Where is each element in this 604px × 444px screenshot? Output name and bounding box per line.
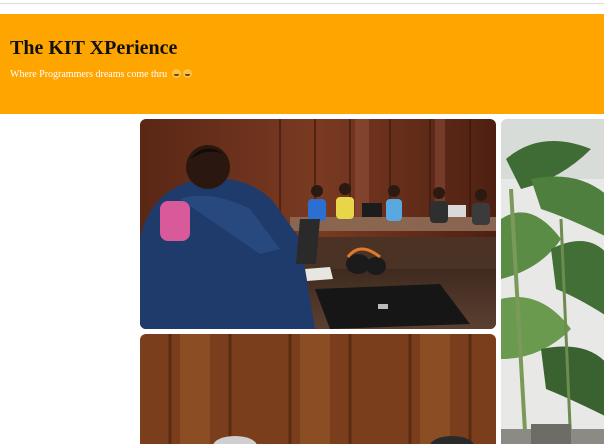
grinning-face-icon <box>171 69 181 78</box>
gallery-photo-plant[interactable] <box>501 119 604 444</box>
photo-gallery <box>140 119 604 444</box>
top-divider <box>0 0 604 4</box>
site-tagline: Where Programmers dreams come thru <box>10 69 192 81</box>
gallery-photo-room[interactable] <box>140 334 496 444</box>
smiling-face-icon <box>182 69 192 78</box>
page: The KIT XPerience Where Programmers drea… <box>0 0 604 444</box>
gallery-photo-classroom[interactable] <box>140 119 496 329</box>
site-header: The KIT XPerience Where Programmers drea… <box>0 14 604 114</box>
plant-photo-image <box>501 119 604 444</box>
room-photo-image <box>140 334 496 444</box>
tagline-text: Where Programmers dreams come thru <box>10 69 168 80</box>
site-title: The KIT XPerience <box>10 37 178 59</box>
classroom-photo-image <box>140 119 496 329</box>
